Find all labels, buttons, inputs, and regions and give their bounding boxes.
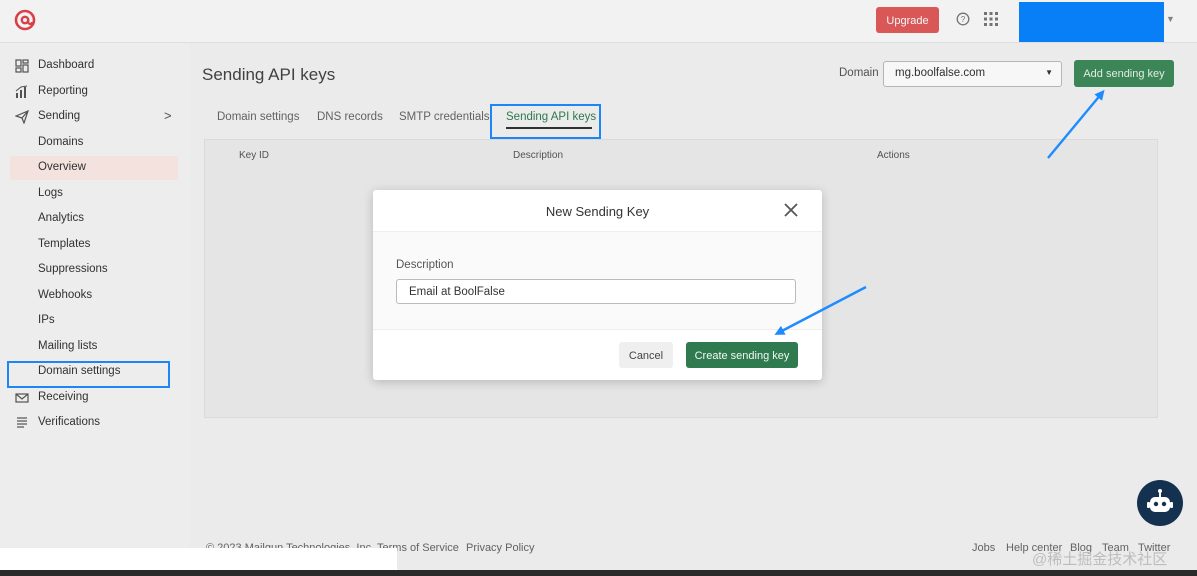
chatbot-button[interactable] [1137, 480, 1183, 526]
sidebar-item-label: Analytics [38, 212, 85, 224]
reporting-icon [15, 85, 28, 98]
sidebar-item-overview[interactable]: Overview [10, 156, 178, 180]
dashboard-icon [15, 59, 29, 73]
sidebar-item-domains[interactable]: Domains [0, 131, 190, 155]
svg-text:?: ? [961, 15, 966, 24]
sidebar-item-label: Webhooks [38, 289, 93, 301]
sidebar-item-ips[interactable]: IPs [0, 309, 190, 333]
send-icon [15, 110, 29, 124]
sidebar-item-sending[interactable]: Sending > [0, 105, 190, 129]
chevron-down-icon: ▼ [1045, 68, 1053, 77]
column-header-actions: Actions [877, 150, 910, 161]
sidebar-item-logs[interactable]: Logs [0, 182, 190, 206]
account-menu-redacted[interactable] [1019, 2, 1164, 42]
sidebar-item-label: Reporting [38, 85, 88, 97]
column-header-description: Description [513, 150, 564, 161]
top-bar: Upgrade ? ▼ [0, 0, 1197, 43]
footer-privacy-link[interactable]: Privacy Policy [466, 542, 534, 554]
sidebar: Dashboard Reporting Sending > Domains Ov… [0, 43, 190, 576]
sidebar-item-mailing-lists[interactable]: Mailing lists [0, 335, 190, 359]
description-label: Description [396, 259, 454, 271]
annotation-highlight-box [7, 361, 170, 388]
tab-smtp-credentials[interactable]: SMTP credentials [399, 111, 490, 123]
sidebar-item-analytics[interactable]: Analytics [0, 207, 190, 231]
sidebar-item-reporting[interactable]: Reporting [0, 80, 190, 104]
description-input[interactable] [396, 279, 796, 304]
sidebar-item-label: Logs [38, 187, 63, 199]
chevron-down-icon[interactable]: ▼ [1166, 14, 1175, 24]
annotation-highlight-box [490, 104, 601, 139]
apps-grid-icon[interactable] [984, 12, 998, 26]
sidebar-item-label: Templates [38, 238, 91, 250]
sidebar-item-templates[interactable]: Templates [0, 233, 190, 257]
mail-icon [15, 393, 29, 403]
sidebar-item-label: Overview [38, 161, 86, 173]
mailgun-logo-icon[interactable] [14, 9, 36, 31]
watermark: @稀土掘金技术社区 [1032, 551, 1168, 568]
sidebar-item-verifications[interactable]: Verifications [0, 411, 190, 435]
cancel-button[interactable]: Cancel [619, 342, 673, 368]
sidebar-item-dashboard[interactable]: Dashboard [0, 54, 190, 78]
taskbar [0, 570, 1197, 576]
robot-icon [1147, 489, 1173, 512]
sidebar-item-label: Mailing lists [38, 340, 98, 352]
upgrade-button[interactable]: Upgrade [876, 7, 939, 33]
sidebar-item-label: Verifications [38, 416, 101, 428]
footer-jobs-link[interactable]: Jobs [972, 542, 995, 554]
sidebar-item-label: Suppressions [38, 263, 108, 275]
add-sending-key-button[interactable]: Add sending key [1074, 60, 1174, 87]
domain-select-value: mg.boolfalse.com [895, 67, 986, 79]
tab-dns-records[interactable]: DNS records [317, 111, 383, 123]
bottom-strip [0, 548, 397, 570]
dialog-body: Description [373, 231, 822, 330]
sidebar-item-label: Domains [38, 136, 84, 148]
sidebar-item-webhooks[interactable]: Webhooks [0, 284, 190, 308]
list-icon [17, 417, 27, 428]
sidebar-item-label: IPs [38, 314, 55, 326]
domain-label: Domain [839, 67, 879, 79]
help-icon[interactable]: ? [956, 12, 970, 26]
domain-select[interactable]: mg.boolfalse.com ▼ [883, 61, 1062, 87]
sidebar-item-suppressions[interactable]: Suppressions [0, 258, 190, 282]
new-sending-key-dialog: New Sending Key Description Cancel Creat… [373, 190, 822, 380]
sidebar-item-label: Sending [38, 110, 81, 122]
column-header-key-id: Key ID [239, 150, 270, 161]
dialog-title: New Sending Key [545, 204, 650, 219]
sidebar-item-label: Dashboard [38, 59, 95, 71]
tab-domain-settings[interactable]: Domain settings [217, 111, 299, 123]
sidebar-item-label: Receiving [38, 391, 89, 403]
sidebar-item-receiving[interactable]: Receiving [0, 386, 190, 410]
close-icon[interactable] [783, 202, 799, 218]
chevron-right-icon[interactable]: > [164, 108, 172, 123]
page-title: Sending API keys [202, 65, 336, 84]
create-sending-key-button[interactable]: Create sending key [686, 342, 798, 368]
